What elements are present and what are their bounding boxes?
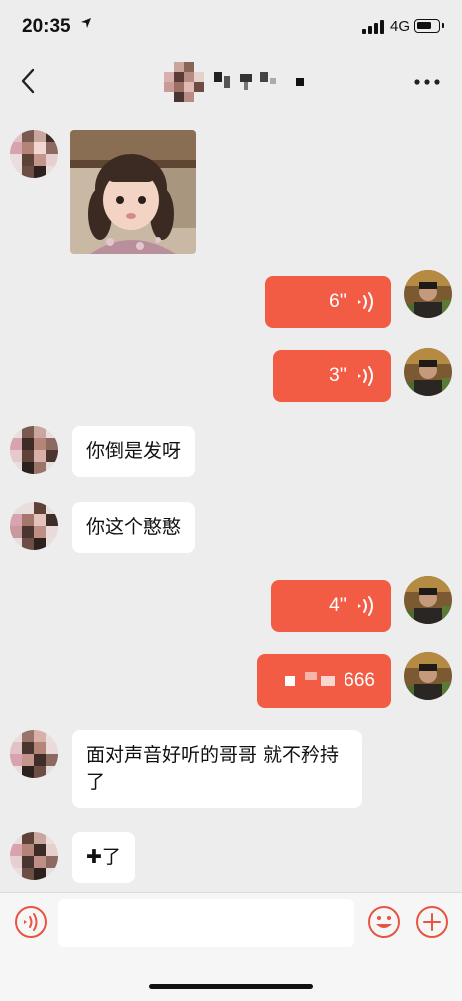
more-functions-button[interactable]: [415, 905, 449, 939]
chevron-left-icon: [21, 68, 35, 94]
voice-input-button[interactable]: [14, 905, 48, 939]
my-avatar[interactable]: [404, 576, 452, 624]
redaction-overlay: [285, 672, 345, 690]
voice-wave-icon: [358, 292, 373, 312]
network-type: 4G: [390, 18, 411, 35]
voice-icon: [15, 906, 47, 938]
voice-message[interactable]: 6'': [265, 276, 391, 328]
voice-duration: 3'': [329, 365, 347, 386]
message-list[interactable]: 6'' 3'' 你倒是发呀 你这个憨憨 4'' 666 面对声音好听的哥哥 就不…: [0, 112, 462, 892]
voice-wave-icon: [358, 366, 373, 386]
signal-icon: [362, 20, 384, 34]
emoji-button[interactable]: [367, 905, 401, 939]
location-arrow-icon: [80, 17, 92, 33]
contact-avatar[interactable]: [10, 832, 58, 880]
plus-icon: [416, 906, 448, 938]
message-text: ✚了: [86, 846, 121, 868]
emoji-icon: [368, 906, 400, 938]
input-bar: [0, 892, 462, 1001]
status-bar: 20:35 4G: [0, 0, 462, 56]
chat-header: [0, 56, 462, 112]
text-message[interactable]: ✚了: [72, 832, 135, 883]
more-button[interactable]: [412, 72, 442, 92]
my-avatar[interactable]: [404, 270, 452, 318]
voice-duration: 4'': [329, 595, 347, 616]
voice-wave-icon: [358, 596, 373, 616]
contact-name-redacted: [212, 68, 308, 96]
redacted-text: [214, 72, 304, 90]
message-text: 你倒是发呀: [86, 440, 182, 462]
more-icon: [414, 79, 440, 85]
message-text: 面对声音好听的哥哥 就不矜持了: [86, 744, 340, 793]
message-text: 666: [343, 670, 375, 691]
message-input[interactable]: [58, 899, 354, 947]
message-text: 你这个憨憨: [86, 516, 182, 538]
status-time: 20:35: [22, 16, 71, 37]
text-message[interactable]: 666: [257, 654, 391, 708]
contact-avatar[interactable]: [10, 426, 58, 474]
image-message[interactable]: [70, 130, 196, 254]
text-message[interactable]: 面对声音好听的哥哥 就不矜持了: [72, 730, 362, 808]
contact-avatar[interactable]: [10, 130, 58, 178]
contact-avatar[interactable]: [10, 502, 58, 550]
voice-message[interactable]: 3'': [273, 350, 391, 402]
voice-message[interactable]: 4'': [271, 580, 391, 632]
contact-avatar[interactable]: [10, 730, 58, 778]
contact-avatar-pixelated[interactable]: [164, 62, 206, 106]
text-message[interactable]: 你这个憨憨: [72, 502, 196, 553]
text-message[interactable]: 你倒是发呀: [72, 426, 196, 477]
back-button[interactable]: [14, 66, 44, 96]
voice-duration: 6'': [329, 291, 347, 312]
home-indicator: [149, 984, 313, 989]
battery-icon: [414, 19, 444, 33]
my-avatar[interactable]: [404, 348, 452, 396]
my-avatar[interactable]: [404, 652, 452, 700]
